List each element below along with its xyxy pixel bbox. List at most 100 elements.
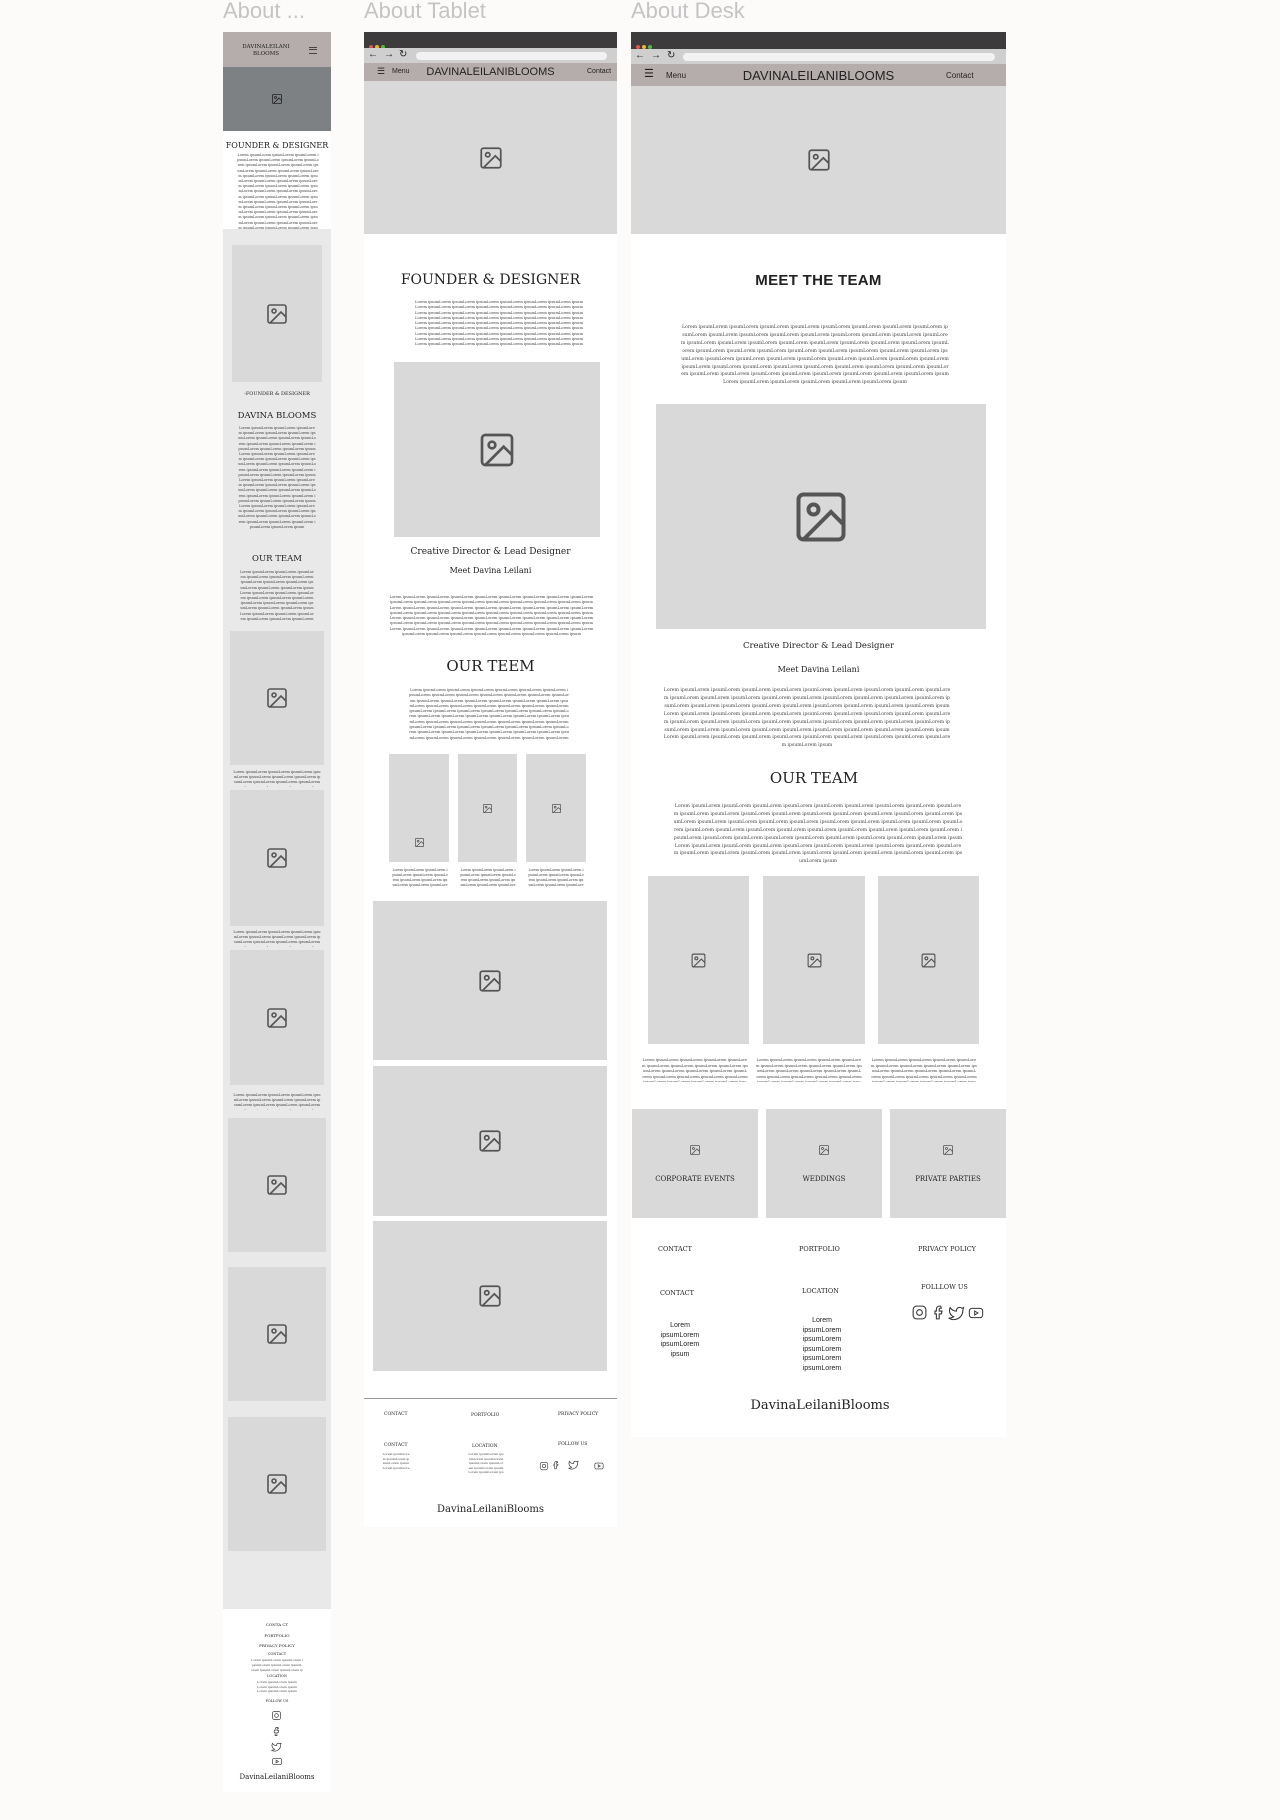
- mobile-team-image-3: [230, 950, 324, 1085]
- mobile-intro-text: Lorem ipsumLorem ipsumLorem ipsumLorem i…: [237, 153, 319, 237]
- hamburger-icon[interactable]: ☰: [644, 69, 654, 80]
- mobile-frame: DAVINALEILANI BLOOMS FOUNDER & DESIGNER …: [223, 32, 331, 1792]
- forward-arrow-icon[interactable]: →: [384, 49, 394, 60]
- image-icon: [943, 1145, 953, 1155]
- tablet-footer-contact[interactable]: CONTACT: [384, 1412, 408, 1417]
- tablet-contact-link[interactable]: Contact: [587, 68, 611, 75]
- desktop-team-image-2: [763, 876, 865, 1044]
- tablet-bio-text: Lorem ipsumLorem ipsumLorem ipsumLorem i…: [389, 595, 594, 637]
- image-icon: [267, 1175, 287, 1195]
- instagram-icon[interactable]: [539, 1458, 549, 1476]
- tablet-hero-image: [364, 81, 617, 234]
- service-card-corporate[interactable]: CORPORATE EVENTS: [632, 1109, 758, 1218]
- service-card-private-parties[interactable]: PRIVATE PARTIES: [890, 1109, 1006, 1218]
- image-icon: [690, 1145, 700, 1155]
- tablet-role: Creative Director & Lead Designer: [410, 547, 571, 557]
- image-icon: [796, 492, 846, 541]
- mobile-footer-portfolio[interactable]: PORTFOLIO: [223, 1633, 331, 1638]
- forward-arrow-icon[interactable]: →: [651, 50, 661, 61]
- tablet-team-caption-3: Lorem ipsumLorem ipsumLorem ipsumLorem i…: [528, 868, 584, 887]
- youtube-icon[interactable]: [271, 1754, 283, 1772]
- service-card-weddings[interactable]: WEDDINGS: [766, 1109, 882, 1218]
- mobile-footer-contact[interactable]: CONTA CT: [223, 1622, 331, 1627]
- desktop-footer-contact[interactable]: CONTACT: [658, 1245, 692, 1253]
- desktop-footer-privacy[interactable]: PRIVACY POLICY: [918, 1245, 976, 1253]
- desktop-meet: Meet Davina Leilani: [777, 665, 860, 674]
- tablet-team-caption-1: Lorem ipsumLorem ipsumLorem ipsumLorem i…: [392, 868, 448, 887]
- desktop-menu-label[interactable]: Menu: [666, 71, 686, 80]
- back-arrow-icon[interactable]: ←: [635, 50, 645, 61]
- tablet-frame: ← → ↻ ☰ Menu DAVINALEILANIBLOOMS Contact…: [364, 32, 617, 1527]
- tablet-gallery-image-3: [373, 1221, 607, 1371]
- twitter-icon[interactable]: [948, 1304, 965, 1326]
- image-icon: [267, 1324, 287, 1344]
- hamburger-icon[interactable]: ☰: [377, 67, 385, 76]
- mobile-footer-location-text: Lorem ipsumLorem ipsumLorem ipsumLorem i…: [257, 1680, 297, 1694]
- mobile-heading: FOUNDER & DESIGNER: [225, 141, 329, 150]
- image-icon: [267, 303, 287, 324]
- tablet-footer-privacy[interactable]: PRIVACY POLICY: [558, 1412, 598, 1417]
- back-arrow-icon[interactable]: ←: [368, 49, 378, 60]
- desktop-footer-portfolio[interactable]: PORTFOLIO: [799, 1245, 840, 1253]
- mobile-gallery-image-2: [228, 1267, 326, 1401]
- hamburger-icon[interactable]: [309, 47, 317, 54]
- tablet-footer-follow: FOLLOW US: [558, 1442, 588, 1447]
- desktop-bio-text: Lorem ipsumLorem ipsumLorem ipsumLorem i…: [663, 688, 951, 749]
- tablet-gallery-image-1: [373, 901, 607, 1060]
- image-icon: [272, 94, 282, 104]
- image-icon: [483, 803, 492, 813]
- desktop-footer-location-text: Lorem ipsumLorem ipsumLorem ipsumLorem i…: [802, 1317, 842, 1372]
- desktop-footer-brand[interactable]: DavinaLeilaniBlooms: [631, 1398, 1006, 1413]
- image-icon: [267, 1007, 287, 1028]
- desktop-team-caption-3: Lorem ipsumLorem ipsumLorem ipsumLorem i…: [871, 1058, 977, 1082]
- mobile-team-caption-3: Lorem ipsumLorem ipsumLorem ipsumLorem i…: [233, 1093, 321, 1110]
- image-icon: [479, 1130, 501, 1152]
- reload-icon[interactable]: ↻: [399, 49, 407, 60]
- address-bar[interactable]: [416, 52, 607, 60]
- instagram-icon[interactable]: [911, 1304, 928, 1326]
- mobile-footer-brand[interactable]: DavinaLeilaniBlooms: [223, 1773, 331, 1781]
- desktop-footer-contact-text: Lorem ipsumLorem ipsumLorem ipsum: [660, 1322, 700, 1358]
- tablet-footer-divider: [364, 1398, 617, 1399]
- desktop-team-image-1: [648, 876, 749, 1044]
- tablet-footer-portfolio[interactable]: PORTFOLIO: [471, 1413, 499, 1418]
- tablet-footer-contact-text: Lorem ipsumLorem ipsumLorem ipsumLorem i…: [382, 1452, 410, 1470]
- desktop-team-heading: OUR TEAM: [769, 769, 859, 787]
- service-label: WEDDINGS: [802, 1175, 846, 1183]
- mobile-team-text: Lorem ipsumLorem ipsumLorem ipsumLorem i…: [240, 570, 314, 621]
- mobile-bio-text: Lorem ipsumLorem ipsumLorem ipsumLorem i…: [238, 426, 316, 529]
- tablet-footer-brand[interactable]: DavinaLeilaniBlooms: [364, 1504, 617, 1515]
- desktop-nav: ☰ Menu DAVINALEILANIBLOOMS Contact: [631, 64, 1006, 86]
- image-icon: [691, 953, 706, 967]
- tablet-nav: ☰ Menu DAVINALEILANIBLOOMS Contact: [364, 63, 617, 81]
- reload-icon[interactable]: ↻: [667, 50, 675, 61]
- mobile-team-heading: OUR TEAM: [252, 554, 302, 564]
- image-icon: [807, 149, 830, 171]
- image-icon: [551, 803, 561, 813]
- tablet-team-heading: OUR TEEM: [446, 657, 535, 675]
- facebook-icon[interactable]: [551, 1457, 561, 1475]
- tablet-menu-label[interactable]: Menu: [392, 68, 410, 75]
- image-icon: [819, 1145, 829, 1155]
- youtube-icon[interactable]: [593, 1458, 605, 1476]
- tablet-frame-label: About Tablet: [364, 0, 486, 23]
- mobile-footer-contact-text: Lorem ipsumLorem ipsumLorem ipsumLorem i…: [251, 1658, 303, 1672]
- facebook-icon[interactable]: [930, 1304, 947, 1326]
- tablet-team-image-1: [389, 754, 449, 862]
- tablet-gallery-image-2: [373, 1066, 607, 1216]
- tablet-meet: Meet Davina Leilani: [449, 566, 532, 575]
- address-bar[interactable]: [683, 53, 995, 61]
- tablet-footer-location: LOCATION: [472, 1444, 498, 1449]
- mobile-header: DAVINALEILANI BLOOMS: [223, 32, 331, 67]
- desktop-contact-link[interactable]: Contact: [946, 71, 974, 80]
- image-icon: [479, 969, 501, 992]
- mobile-brand[interactable]: DAVINALEILANI BLOOMS: [231, 44, 301, 58]
- mobile-footer-privacy[interactable]: PRIVACY POLICY: [223, 1643, 331, 1648]
- desktop-founder-image: [656, 404, 986, 629]
- twitter-icon[interactable]: [568, 1457, 579, 1475]
- image-icon: [807, 953, 821, 967]
- desktop-footer-contact2: CONTACT: [660, 1289, 694, 1297]
- youtube-icon[interactable]: [967, 1305, 985, 1326]
- mobile-team-image-1: [230, 631, 324, 765]
- mobile-team-image-2: [230, 790, 324, 926]
